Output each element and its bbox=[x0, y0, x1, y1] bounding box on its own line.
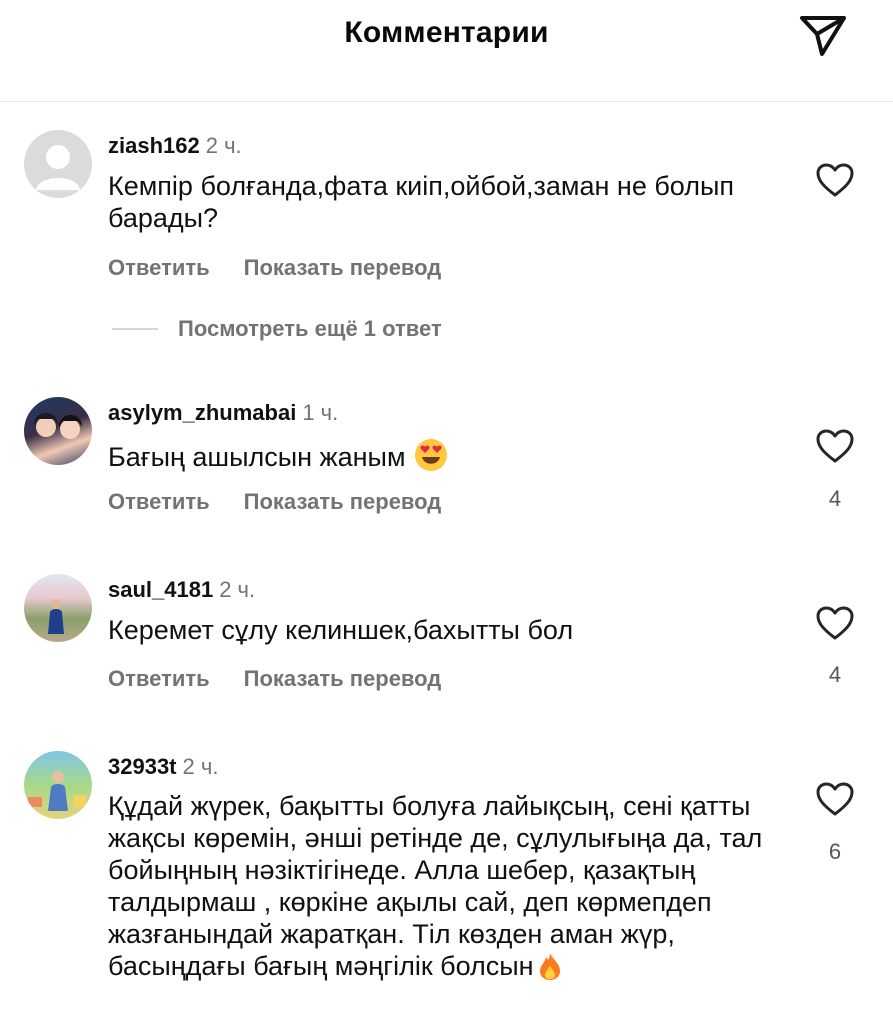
default-avatar-icon bbox=[36, 145, 80, 190]
comment-text: Бағың ашылсын жаным bbox=[108, 438, 788, 473]
comment-text-content: Құдай жүрек, бақытты болуға лайықсың, се… bbox=[108, 791, 763, 981]
heart-icon[interactable] bbox=[815, 428, 855, 464]
avatar-photo bbox=[28, 771, 86, 811]
heart-eyes-emoji-icon bbox=[414, 439, 447, 471]
replies-divider-line bbox=[112, 328, 158, 330]
show-translation-button[interactable]: Показать перевод bbox=[244, 255, 442, 280]
comment-text: Құдай жүрек, бақытты болуға лайықсың, се… bbox=[108, 790, 798, 982]
reply-button[interactable]: Ответить bbox=[108, 255, 210, 280]
comment-meta: saul_4181 2 ч. bbox=[108, 577, 255, 603]
comment-actions: Ответить Показать перевод bbox=[108, 489, 441, 515]
like-count: 4 bbox=[828, 662, 842, 687]
comment-text: Кемпір болғанда,фата киіп,ойбой,заман не… bbox=[108, 171, 735, 233]
timestamp: 1 ч. bbox=[302, 400, 339, 425]
username[interactable]: 32933t bbox=[108, 754, 177, 779]
avatar[interactable] bbox=[24, 130, 92, 198]
username[interactable]: ziash162 bbox=[108, 133, 200, 158]
like-count: 4 bbox=[828, 486, 842, 511]
comment-text-content: Бағың ашылсын жаным bbox=[108, 442, 406, 472]
comment-meta: ziash162 2 ч. bbox=[108, 133, 242, 159]
comment-text: Керемет сұлу келиншек,бахытты бол bbox=[108, 615, 574, 645]
like-count: 6 bbox=[828, 839, 842, 864]
reply-button[interactable]: Ответить bbox=[108, 489, 210, 514]
avatar-photo bbox=[48, 599, 64, 634]
timestamp: 2 ч. bbox=[219, 577, 256, 602]
timestamp: 2 ч. bbox=[182, 754, 219, 779]
bottom-cutoff bbox=[0, 1005, 893, 1024]
username[interactable]: asylym_zhumabai bbox=[108, 400, 296, 425]
comment-meta: 32933t 2 ч. bbox=[108, 754, 218, 780]
view-replies-button[interactable]: Посмотреть ещё 1 ответ bbox=[112, 316, 442, 342]
reply-button[interactable]: Ответить bbox=[108, 666, 210, 691]
paper-plane-icon[interactable] bbox=[798, 12, 848, 58]
view-replies-label: Посмотреть ещё 1 ответ bbox=[178, 316, 442, 341]
username[interactable]: saul_4181 bbox=[108, 577, 213, 602]
heart-icon[interactable] bbox=[815, 162, 855, 198]
avatar[interactable] bbox=[24, 397, 92, 465]
show-translation-button[interactable]: Показать перевод bbox=[244, 666, 442, 691]
avatar-photo bbox=[34, 413, 82, 439]
comments-header: Комментарии bbox=[0, 0, 893, 102]
comment-actions: Ответить Показать перевод bbox=[108, 255, 441, 281]
show-translation-button[interactable]: Показать перевод bbox=[244, 489, 442, 514]
fire-emoji-icon bbox=[539, 953, 560, 980]
avatar[interactable] bbox=[24, 574, 92, 642]
comment-actions: Ответить Показать перевод bbox=[108, 666, 441, 692]
heart-icon[interactable] bbox=[815, 605, 855, 641]
timestamp: 2 ч. bbox=[205, 133, 242, 158]
avatar[interactable] bbox=[24, 751, 92, 819]
heart-icon[interactable] bbox=[815, 781, 855, 817]
page-title: Комментарии bbox=[344, 16, 549, 49]
comment-meta: asylym_zhumabai 1 ч. bbox=[108, 400, 338, 426]
